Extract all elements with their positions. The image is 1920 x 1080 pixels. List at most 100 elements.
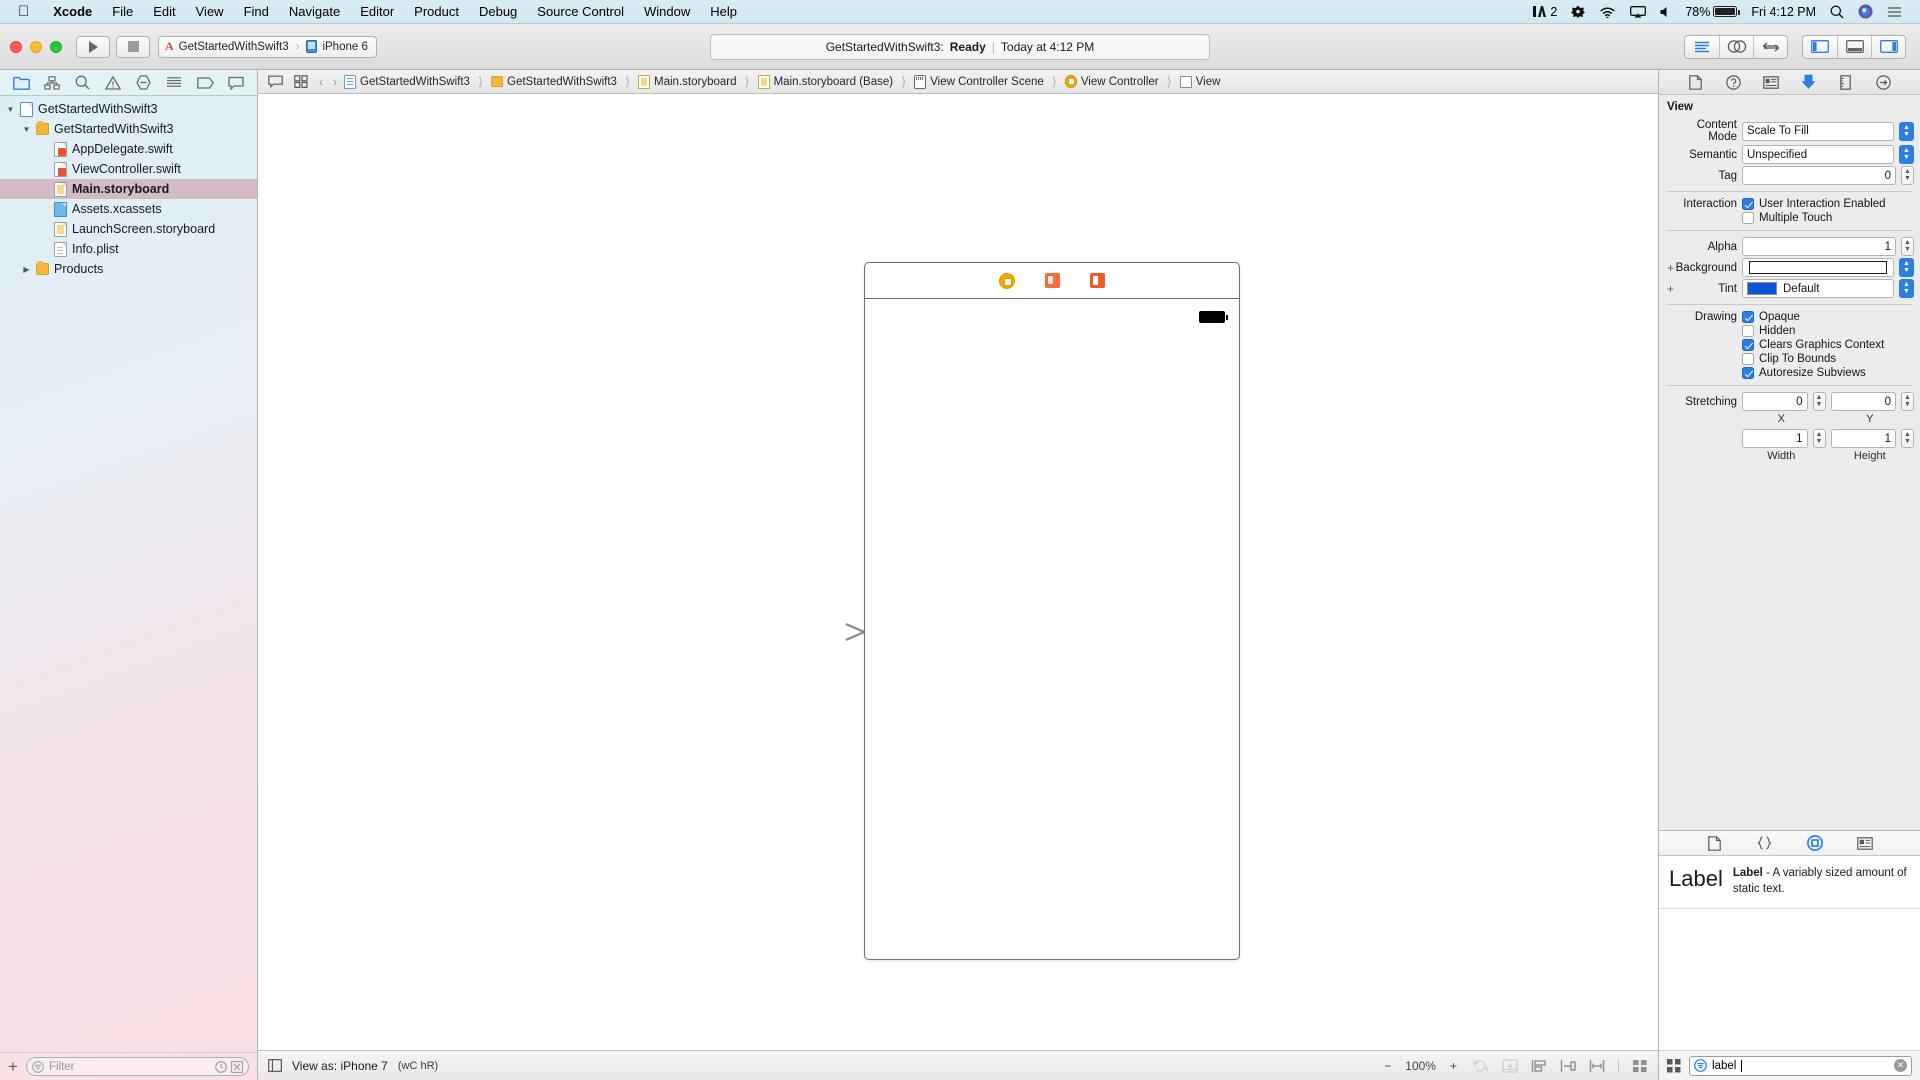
menu-item-navigate[interactable]: Navigate — [279, 4, 350, 19]
breadcrumb-scene[interactable]: View Controller Scene — [914, 74, 1044, 89]
tree-row-main-storyboard[interactable]: Main.storyboard — [0, 179, 257, 199]
first-responder-icon[interactable] — [1045, 273, 1060, 288]
menu-item-help[interactable]: Help — [700, 4, 747, 19]
menu-item-file[interactable]: File — [102, 4, 143, 19]
tree-row-project[interactable]: ▼ GetStartedWithSwift3 — [0, 99, 257, 119]
alpha-input[interactable]: 1 — [1742, 237, 1896, 256]
assistant-editor-button[interactable] — [1719, 35, 1753, 58]
toggle-utilities-button[interactable] — [1871, 35, 1905, 58]
embed-in-icon[interactable] — [1502, 1058, 1518, 1073]
issue-navigator-icon[interactable] — [101, 73, 125, 93]
bluetooth-or-app-icon[interactable] — [1571, 5, 1586, 18]
tree-row-infoplist[interactable]: Info.plist — [0, 239, 257, 259]
siri-icon[interactable] — [1858, 4, 1873, 19]
code-snippet-library-icon[interactable] — [1755, 834, 1775, 852]
zoom-level-label[interactable]: 100% — [1405, 1059, 1436, 1073]
menu-item-window[interactable]: Window — [634, 4, 700, 19]
menu-item-xcode[interactable]: Xcode — [43, 4, 102, 19]
tree-row-products[interactable]: ▶ Products — [0, 259, 257, 279]
clears-graphics-context-checkbox[interactable] — [1742, 339, 1754, 351]
zoom-in-button[interactable]: + — [1450, 1059, 1457, 1073]
toggle-navigator-button[interactable] — [1803, 36, 1837, 58]
breadcrumb-storyboard[interactable]: Main.storyboard — [638, 74, 737, 89]
attributes-inspector-icon[interactable] — [1797, 73, 1819, 91]
menu-item-find[interactable]: Find — [234, 4, 279, 19]
scheme-name[interactable]: GetStartedWithSwift3 — [179, 41, 289, 53]
library-item-label[interactable]: Label Label - A variably sized amount of… — [1659, 856, 1920, 910]
opaque-checkbox[interactable] — [1742, 311, 1754, 323]
tint-color-well[interactable]: Default — [1742, 279, 1894, 298]
scheme-destination[interactable]: iPhone 6 — [322, 41, 367, 53]
multiple-touch-checkbox[interactable] — [1742, 212, 1754, 224]
add-file-button[interactable]: + — [8, 1058, 18, 1075]
resolve-auto-layout-icon[interactable] — [1589, 1059, 1605, 1073]
stretching-x-input[interactable]: 0 — [1742, 392, 1808, 411]
stretching-width-input[interactable]: 1 — [1742, 429, 1808, 448]
autoresize-subviews-checkbox[interactable] — [1742, 367, 1754, 379]
tag-input[interactable]: 0 — [1742, 166, 1896, 185]
clip-to-bounds-checkbox[interactable] — [1742, 353, 1754, 365]
stop-button[interactable] — [116, 35, 150, 58]
stretching-height-input[interactable]: 1 — [1830, 429, 1896, 448]
standard-editor-button[interactable] — [1685, 36, 1719, 58]
source-control-navigator-icon[interactable] — [40, 73, 64, 93]
tree-row-launchscreen[interactable]: LaunchScreen.storyboard — [0, 219, 257, 239]
volume-icon[interactable] — [1660, 6, 1671, 18]
related-items-icon[interactable] — [264, 75, 286, 88]
stretching-height-stepper[interactable]: ▲ ▼ — [1901, 429, 1914, 448]
multiple-editors-icon[interactable] — [290, 75, 312, 88]
menu-item-debug[interactable]: Debug — [469, 4, 527, 19]
menu-item-editor[interactable]: Editor — [350, 4, 404, 19]
jump-bar-forward-button[interactable]: › — [330, 75, 340, 89]
minimize-button[interactable] — [30, 40, 42, 53]
connections-inspector-icon[interactable] — [1872, 73, 1894, 91]
stretching-y-input[interactable]: 0 — [1830, 392, 1896, 411]
breakpoint-navigator-icon[interactable] — [193, 73, 217, 93]
toggle-debug-area-button[interactable] — [1837, 35, 1871, 58]
interface-builder-canvas[interactable] — [258, 94, 1658, 1050]
tag-stepper[interactable]: ▲ ▼ — [1901, 166, 1914, 185]
close-button[interactable] — [10, 40, 22, 53]
tree-row-viewcontroller[interactable]: ViewController.swift — [0, 159, 257, 179]
library-search-input[interactable]: label ✕ — [1689, 1055, 1912, 1076]
identity-inspector-icon[interactable] — [1760, 73, 1782, 91]
wifi-icon[interactable] — [1599, 6, 1616, 18]
find-navigator-icon[interactable] — [71, 73, 95, 93]
tree-row-appdelegate[interactable]: AppDelegate.swift — [0, 139, 257, 159]
library-object-list[interactable]: Label Label - A variably sized amount of… — [1659, 856, 1920, 1050]
spotlight-search-icon[interactable] — [1830, 5, 1844, 19]
grid-view-icon[interactable] — [1667, 1058, 1681, 1073]
stretching-y-stepper[interactable]: ▲ ▼ — [1901, 392, 1914, 411]
breadcrumb-storyboard-base[interactable]: Main.storyboard (Base) — [757, 74, 893, 89]
clear-icon[interactable]: ✕ — [1894, 1059, 1907, 1072]
source-control-filter-icon[interactable] — [231, 1060, 243, 1073]
semantic-popup-arrows[interactable]: ▲ ▼ — [1899, 145, 1914, 164]
background-color-well[interactable] — [1742, 258, 1894, 277]
stretching-width-stepper[interactable]: ▲ ▼ — [1812, 429, 1826, 448]
breadcrumb-group[interactable]: GetStartedWithSwift3 — [491, 76, 617, 88]
battery-indicator[interactable]: 78% — [1685, 5, 1740, 19]
content-mode-popup[interactable]: Scale To Fill — [1742, 121, 1894, 141]
recent-files-icon[interactable] — [215, 1060, 227, 1073]
align-icon[interactable] — [1531, 1059, 1547, 1073]
background-popup-arrows[interactable]: ▲ ▼ — [1899, 258, 1914, 277]
zoom-out-button[interactable]: − — [1384, 1059, 1391, 1073]
breadcrumb-view-controller[interactable]: View Controller — [1064, 75, 1159, 88]
menu-item-source-control[interactable]: Source Control — [527, 4, 634, 19]
view-controller-scene[interactable] — [864, 262, 1240, 960]
add-background-variation-button[interactable]: + — [1667, 262, 1674, 274]
navigator-filter-input[interactable]: Filter — [25, 1057, 249, 1076]
project-file-tree[interactable]: ▼ GetStartedWithSwift3 ▼ GetStartedWithS… — [0, 96, 257, 1052]
semantic-popup[interactable]: Unspecified — [1742, 145, 1894, 164]
disclosure-triangle-right-icon[interactable]: ▶ — [22, 265, 31, 274]
size-inspector-icon[interactable] — [1835, 73, 1857, 91]
menubar-clock[interactable]: Fri 4:12 PM — [1751, 5, 1816, 19]
document-outline-toggle[interactable] — [268, 1059, 282, 1072]
debug-navigator-icon[interactable] — [162, 73, 186, 93]
menu-item-edit[interactable]: Edit — [143, 4, 185, 19]
breadcrumb-project[interactable]: GetStartedWithSwift3 — [344, 74, 470, 89]
stretching-x-stepper[interactable]: ▲ ▼ — [1812, 392, 1826, 411]
media-library-icon[interactable] — [1855, 834, 1875, 852]
notification-badge[interactable]: 2 — [1532, 5, 1557, 19]
menu-item-view[interactable]: View — [186, 4, 234, 19]
